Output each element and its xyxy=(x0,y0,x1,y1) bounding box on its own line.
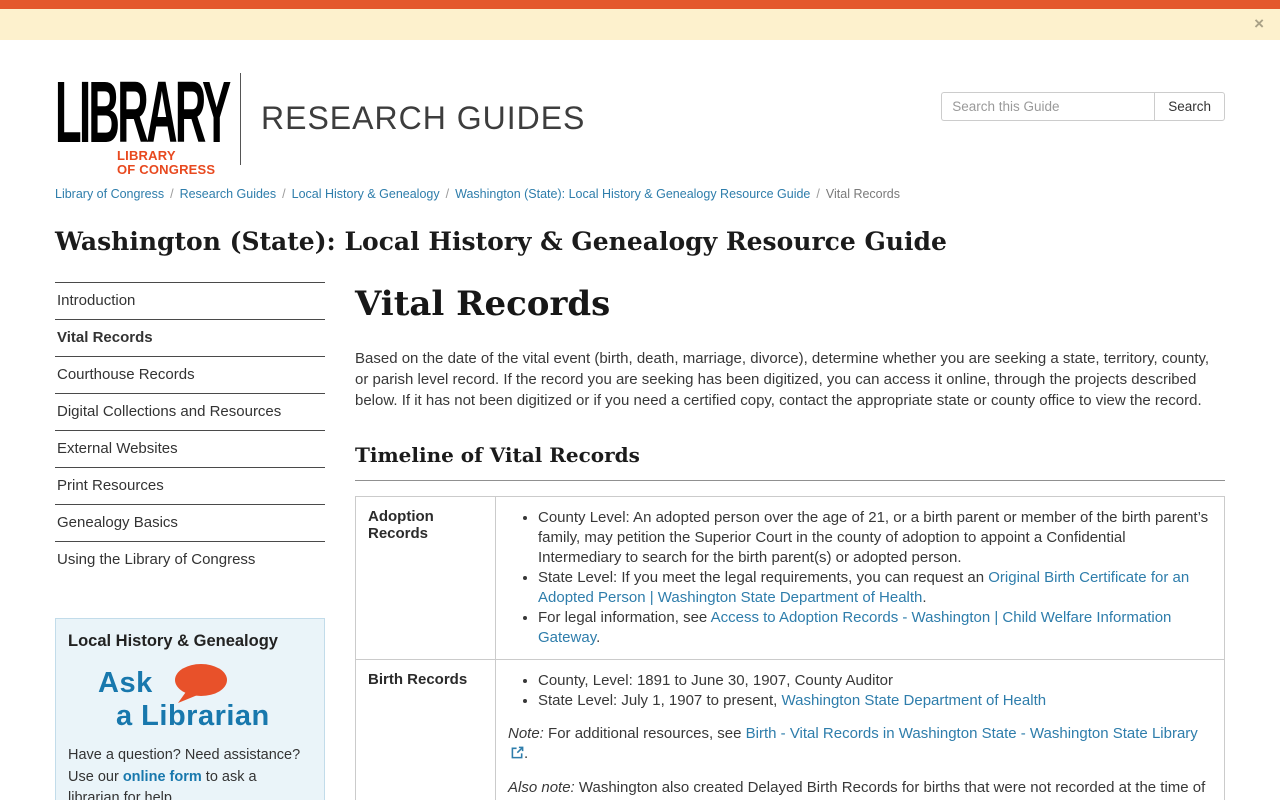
breadcrumb: Library of Congress / Research Guides / Loca… xyxy=(55,175,1225,201)
sidebar-item-external-websites[interactable]: External Websites xyxy=(55,430,325,467)
list-item: State Level: If you meet the legal requi… xyxy=(538,568,1212,608)
external-link-icon xyxy=(511,745,524,765)
breadcrumb-link-washington-guide[interactable]: Washington (State): Local History & Gene… xyxy=(455,187,810,201)
intro-paragraph: Based on the date of the vital event (bi… xyxy=(355,350,1210,409)
sidebar-item-using-the-library[interactable]: Using the Library of Congress xyxy=(55,541,325,578)
sidebar-item-introduction[interactable]: Introduction xyxy=(55,282,325,319)
breadcrumb-separator: / xyxy=(170,187,174,201)
table-row-adoption-records: Adoption Records County Level: An adopte… xyxy=(355,496,1225,660)
ask-box-text: Have a question? Need assistance? Use ou… xyxy=(68,747,301,800)
table-row-birth-records: Birth Records County, Level: 1891 to Jun… xyxy=(355,659,1225,800)
row-label: Adoption Records xyxy=(355,496,496,660)
breadcrumb-separator: / xyxy=(282,187,286,201)
speech-bubble-icon xyxy=(170,663,228,712)
note-paragraph: Note: For additional resources, see Birt… xyxy=(508,724,1212,765)
sidebar-item-digital-collections[interactable]: Digital Collections and Resources xyxy=(55,393,325,430)
logo-subtitle: LIBRARY OF CONGRESS xyxy=(117,148,216,177)
breadcrumb-current: Vital Records xyxy=(825,187,900,201)
guide-sidebar: Introduction Vital Records Courthouse Re… xyxy=(55,282,325,800)
search-button[interactable]: Search xyxy=(1154,92,1225,121)
sidebar-item-genealogy-basics[interactable]: Genealogy Basics xyxy=(55,504,325,541)
library-of-congress-logo[interactable]: LIBRARY LIBRARY OF CONGRESS xyxy=(55,62,231,177)
sidebar-item-courthouse-records[interactable]: Courthouse Records xyxy=(55,356,325,393)
logo-wordmark: LIBRARY xyxy=(55,62,231,161)
notice-banner: × xyxy=(0,9,1280,40)
ask-box-title: Local History & Genealogy xyxy=(68,632,278,650)
breadcrumb-link-research-guides[interactable]: Research Guides xyxy=(180,187,277,201)
list-item: State Level: July 1, 1907 to present, Wa… xyxy=(538,691,1212,711)
breadcrumb-separator: / xyxy=(445,187,450,201)
breadcrumb-link-local-history-genealogy[interactable]: Local History & Genealogy xyxy=(292,187,440,201)
timeline-heading: Timeline of Vital Records xyxy=(355,443,1225,481)
sidebar-item-print-resources[interactable]: Print Resources xyxy=(55,467,325,504)
list-item: County, Level: 1891 to June 30, 1907, Co… xyxy=(538,671,1212,691)
list-item: For legal information, see Access to Ado… xyxy=(538,608,1212,648)
sidebar-item-vital-records[interactable]: Vital Records xyxy=(55,319,325,356)
list-item: County Level: An adopted person over the… xyxy=(538,508,1212,568)
search-input[interactable] xyxy=(941,92,1155,121)
vital-records-table: Adoption Records County Level: An adopte… xyxy=(355,496,1225,800)
site-header: LIBRARY LIBRARY OF CONGRESS RESEARCH GUI… xyxy=(55,40,1225,177)
page-title: Washington (State): Local History & Gene… xyxy=(55,227,947,256)
close-icon[interactable]: × xyxy=(1254,14,1264,34)
breadcrumb-separator: / xyxy=(816,187,820,201)
row-label: Birth Records xyxy=(355,659,496,800)
main-content: Vital Records Based on the date of the v… xyxy=(355,282,1225,800)
section-title: Vital Records xyxy=(355,284,611,324)
also-note-paragraph: Also note: Washington also created Delay… xyxy=(508,779,1206,800)
guide-search: Search xyxy=(941,92,1225,121)
wa-state-library-link[interactable]: Birth - Vital Records in Washington Stat… xyxy=(746,725,1198,742)
online-form-link[interactable]: online form xyxy=(123,769,202,785)
header-divider xyxy=(240,73,241,165)
row-content: County Level: An adopted person over the… xyxy=(495,496,1225,660)
wa-dept-of-health-link[interactable]: Washington State Department of Health xyxy=(782,692,1047,709)
top-accent-bar xyxy=(0,0,1280,9)
site-title: RESEARCH GUIDES xyxy=(261,100,586,136)
row-content: County, Level: 1891 to June 30, 1907, Co… xyxy=(495,659,1225,800)
breadcrumb-link-library-of-congress[interactable]: Library of Congress xyxy=(55,187,164,201)
ask-a-librarian-box: Local History & Genealogy Ask a Libraria… xyxy=(55,618,325,800)
ask-a-librarian-logo[interactable]: Ask a Librarian xyxy=(98,664,288,735)
